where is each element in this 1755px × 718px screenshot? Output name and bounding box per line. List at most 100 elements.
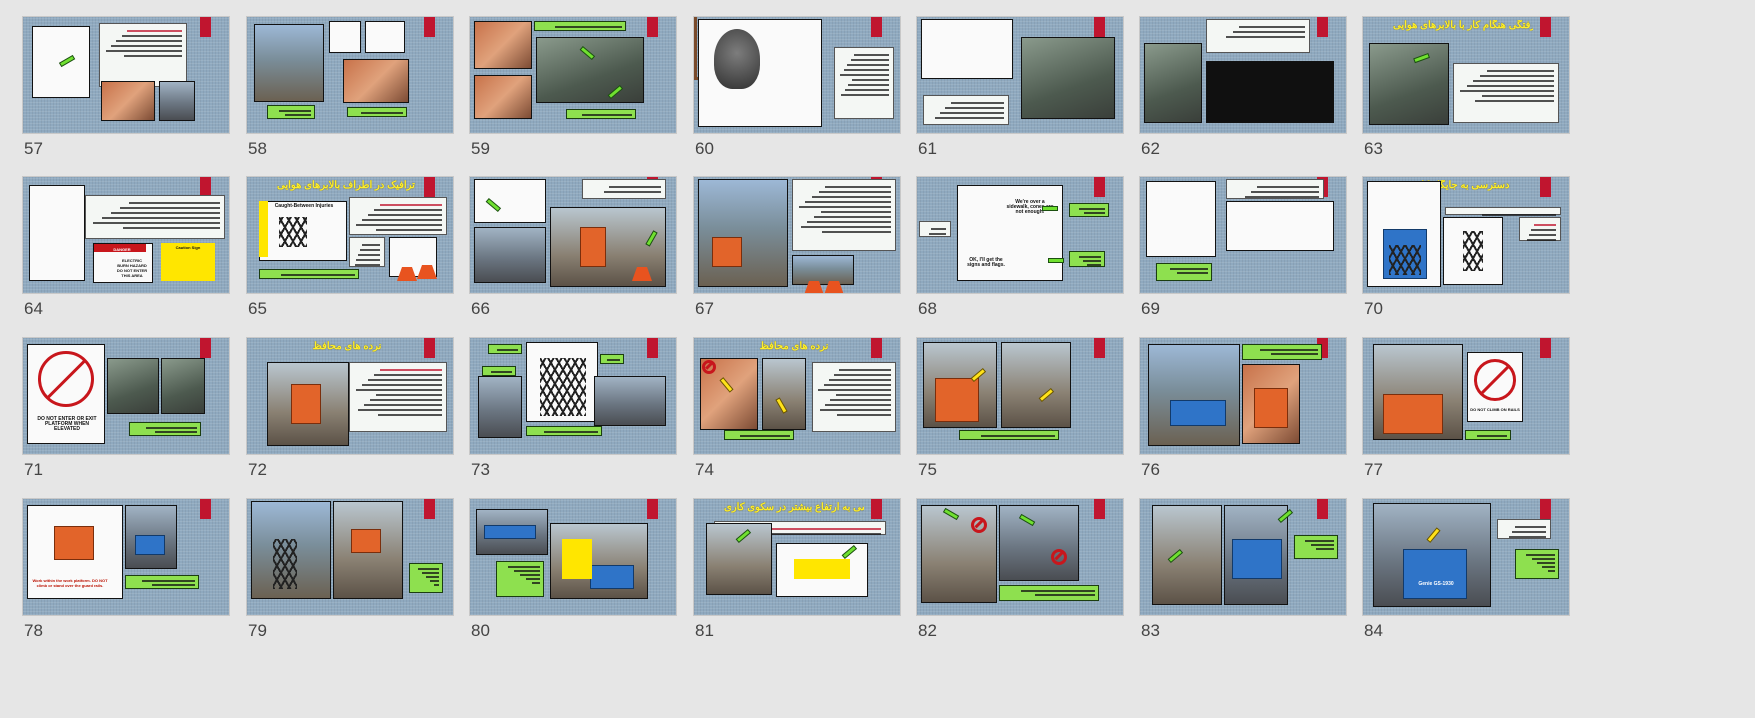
photo	[594, 376, 666, 426]
slide-thumbnail-63[interactable]: جمع بندی نکات پیشگیری از برق گرفتگی هنگا…	[1363, 17, 1569, 158]
slide-accent-tab	[647, 338, 658, 358]
slide-preview[interactable]	[470, 499, 676, 615]
slide-thumbnail-74[interactable]: نرده های محافظ 74	[694, 338, 900, 479]
slide-thumbnail-67[interactable]: 67	[694, 177, 900, 318]
slide-thumbnail-57[interactable]: 57	[23, 17, 229, 158]
slide-text-box	[1206, 19, 1310, 53]
no-entry-icon	[38, 351, 94, 407]
slide-preview[interactable]	[917, 499, 1123, 615]
photo	[698, 179, 788, 287]
slide-preview[interactable]	[247, 17, 453, 133]
slide-preview[interactable]: DANGER ELECTRIC BURN HAZARD DO NOT ENTER …	[23, 177, 229, 293]
slide-preview[interactable]	[470, 338, 676, 454]
slide-thumbnail-78[interactable]: Work within the work platform. DO NOT cl…	[23, 499, 229, 640]
slide-caption	[482, 366, 516, 376]
slide-title: دسترسی به ارتفاع بیشتر در سکوی کاری	[724, 502, 864, 513]
slide-thumbnail-61[interactable]: 61	[917, 17, 1123, 158]
text-line	[105, 50, 182, 52]
slide-preview[interactable]	[470, 17, 676, 133]
text-line	[356, 259, 380, 261]
slide-thumbnail-65[interactable]: کنترل ترافیک در اطراف بالابرهای هوایی Cau…	[247, 177, 453, 318]
slide-thumbnail-62[interactable]: 62	[1140, 17, 1346, 158]
slide-caption	[1156, 263, 1212, 281]
slide-thumbnail-66[interactable]: 66	[470, 177, 676, 318]
slide-thumbnail-83[interactable]: 83	[1140, 499, 1346, 640]
slide-preview[interactable]	[694, 17, 900, 133]
slide-preview[interactable]: نرده های محافظ	[694, 338, 900, 454]
slide-thumbnail-84[interactable]: Genie GS-1930 84	[1363, 499, 1569, 640]
caption-line	[1526, 554, 1555, 556]
slide-preview[interactable]: جمع بندی نکات پیشگیری از برق گرفتگی هنگا…	[1363, 17, 1569, 133]
text-line	[843, 69, 889, 71]
slide-preview[interactable]: We're over a sidewalk, cones are not eno…	[917, 177, 1123, 293]
caption-line	[1035, 594, 1095, 596]
slide-preview[interactable]	[1140, 499, 1346, 615]
slide-thumbnail-75[interactable]: 75	[917, 338, 1123, 479]
slide-thumbnail-73[interactable]: 73	[470, 338, 676, 479]
lift-icon	[484, 525, 536, 539]
slide-preview[interactable]: نرده های محافظ	[247, 338, 453, 454]
slide-preview[interactable]: Work within the work platform. DO NOT cl…	[23, 499, 229, 615]
slide-preview[interactable]: دسترسی به جایگاه کار	[1363, 177, 1569, 293]
slide-preview[interactable]	[23, 17, 229, 133]
photo	[706, 523, 772, 595]
no-icon	[971, 517, 987, 533]
scissor-lift-icon	[1463, 231, 1483, 271]
slide-thumbnail-71[interactable]: DO NOT ENTER OR EXIT PLATFORM WHEN ELEVA…	[23, 338, 229, 479]
slide-preview[interactable]	[247, 499, 453, 615]
slide-preview[interactable]	[470, 177, 676, 293]
slide-thumbnail-79[interactable]: 79	[247, 499, 453, 640]
slide-text-box	[349, 197, 447, 235]
slide-thumbnail-59[interactable]: 59	[470, 17, 676, 158]
text-line	[930, 228, 946, 230]
slide-accent-tab	[1094, 499, 1105, 519]
text-line	[767, 528, 881, 530]
slide-preview[interactable]	[1140, 338, 1346, 454]
slide-thumbnail-77[interactable]: DO NOT CLIMB ON RAILS 77	[1363, 338, 1569, 479]
lift-icon	[935, 378, 979, 422]
slide-thumbnail-70[interactable]: دسترسی به جایگاه کار 70	[1363, 177, 1569, 318]
slide-preview[interactable]	[694, 177, 900, 293]
slide-thumbnail-80[interactable]: 80	[470, 499, 676, 640]
text-line	[836, 414, 891, 416]
text-line	[835, 394, 891, 396]
slide-thumbnail-82[interactable]: 82	[917, 499, 1123, 640]
slide-thumbnail-58[interactable]: 58	[247, 17, 453, 158]
lift-icon	[1383, 394, 1443, 434]
slide-preview[interactable]: دسترسی به ارتفاع بیشتر در سکوی کاری	[694, 499, 900, 615]
photo	[474, 227, 546, 283]
text-line	[812, 196, 891, 198]
text-line	[1466, 85, 1554, 87]
slide-preview[interactable]: DO NOT CLIMB ON RAILS	[1363, 338, 1569, 454]
pole	[694, 17, 697, 77]
slide-preview[interactable]	[917, 338, 1123, 454]
photo	[1021, 37, 1115, 119]
slide-preview[interactable]: DO NOT ENTER OR EXIT PLATFORM WHEN ELEVA…	[23, 338, 229, 454]
text-line	[841, 94, 889, 96]
lift-icon	[562, 539, 592, 579]
slide-thumbnail-69[interactable]: 69	[1140, 177, 1346, 318]
slide-thumbnail-76[interactable]: 76	[1140, 338, 1346, 479]
slide-thumbnail-72[interactable]: نرده های محافظ 72	[247, 338, 453, 479]
text-line	[1226, 36, 1305, 38]
slide-preview[interactable]	[1140, 17, 1346, 133]
slide-preview[interactable]	[917, 17, 1123, 133]
cone-icon	[824, 267, 844, 293]
slide-thumbnail-64[interactable]: DANGER ELECTRIC BURN HAZARD DO NOT ENTER …	[23, 177, 229, 318]
slide-thumbnail-60[interactable]: 60	[694, 17, 900, 158]
photo	[474, 21, 532, 69]
caption-line	[981, 435, 1055, 437]
slide-title: نرده های محافظ	[312, 341, 382, 352]
slide-caption	[959, 430, 1059, 440]
slide-preview[interactable]: کنترل ترافیک در اطراف بالابرهای هوایی Cau…	[247, 177, 453, 293]
slide-thumbnail-81[interactable]: دسترسی به ارتفاع بیشتر در سکوی کاری 81	[694, 499, 900, 640]
warning-text: Work within the work platform. DO NOT cl…	[32, 578, 108, 588]
text-line	[1526, 239, 1556, 241]
sign-text: DO NOT CLIMB ON RAILS	[1470, 407, 1520, 412]
slide-text-box	[923, 95, 1009, 125]
arrow-icon	[1049, 259, 1063, 262]
slide-caption	[1515, 549, 1559, 579]
slide-preview[interactable]	[1140, 177, 1346, 293]
slide-preview[interactable]: Genie GS-1930	[1363, 499, 1569, 615]
slide-thumbnail-68[interactable]: We're over a sidewalk, cones are not eno…	[917, 177, 1123, 318]
